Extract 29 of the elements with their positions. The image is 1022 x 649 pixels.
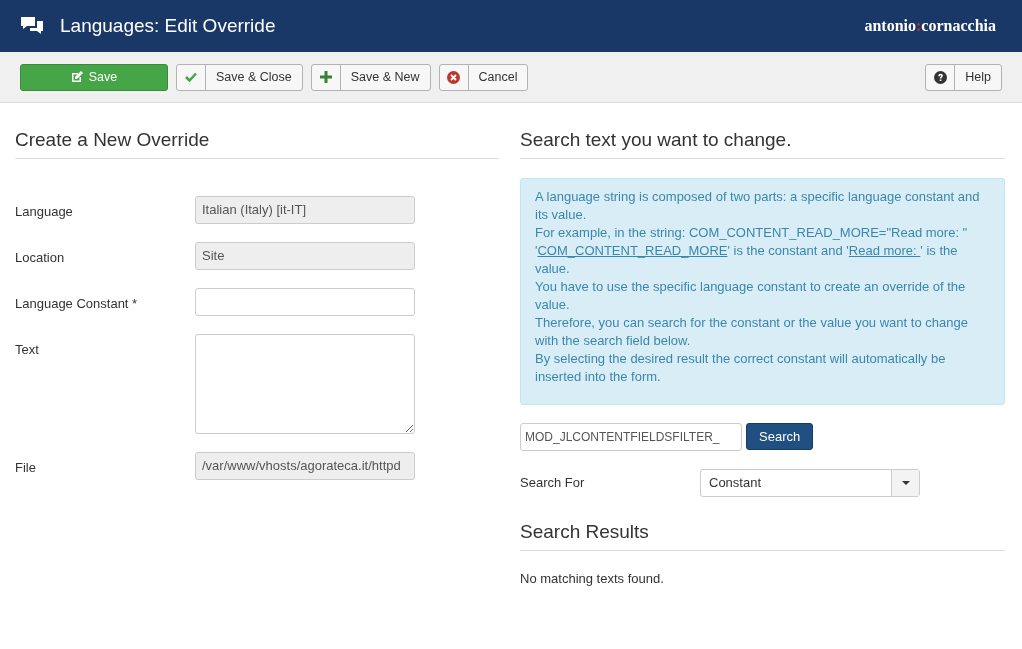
- search-for-dropdown[interactable]: Constant: [700, 468, 920, 497]
- cancel-icon: [447, 70, 460, 84]
- field-label: Text: [15, 340, 40, 359]
- search-button[interactable]: Search: [746, 422, 814, 450]
- edit-icon: [70, 71, 83, 83]
- chat-bubbles-icon: [20, 16, 44, 36]
- field-label: Language Constant *: [15, 294, 139, 313]
- toolbar-button[interactable]: Cancel: [438, 63, 529, 91]
- section-heading: Search text you want to change.: [520, 129, 1005, 159]
- plus-icon: [319, 71, 332, 83]
- field-label: Location: [15, 248, 66, 267]
- help-button[interactable]: Help: [925, 63, 1002, 91]
- section-heading: Search Results: [520, 520, 1005, 551]
- field-label: Search For: [520, 474, 586, 493]
- search-field[interactable]: MOD_JLCONTENTFIELDSFILTER_: [520, 422, 742, 451]
- section-heading: Create a New Override: [15, 129, 499, 159]
- input-field[interactable]: [195, 287, 415, 316]
- field-label: Language: [15, 202, 74, 221]
- results-message: No matching texts found.: [520, 569, 665, 588]
- brand-logo: antonio:cornacchia: [864, 16, 996, 36]
- checkmark-icon: [185, 72, 197, 82]
- info-alert: A language string is composed of two parts: a specific language constant and its value. For example, in the string: COM_CONTENT_READ_MORE="Read more: " 'COM_CONTENT_READ_MORE' is the constant and 'Read more: ' is the value. You have to use the specific language constant to create an override of the value. Therefore, you can search for the constant or the value you want to change with the search field below. By selecting the desired result the correct constant will automatically be inserted into the form.: [520, 177, 1005, 405]
- text-area[interactable]: [195, 333, 415, 434]
- caret-icon: [901, 480, 910, 485]
- toolbar-button[interactable]: Save & Close: [176, 63, 303, 91]
- page-title: Languages: Edit Override: [60, 13, 276, 38]
- help-icon: [933, 70, 947, 84]
- field-label: File: [15, 458, 37, 477]
- toolbar-button[interactable]: Save & New: [310, 63, 431, 91]
